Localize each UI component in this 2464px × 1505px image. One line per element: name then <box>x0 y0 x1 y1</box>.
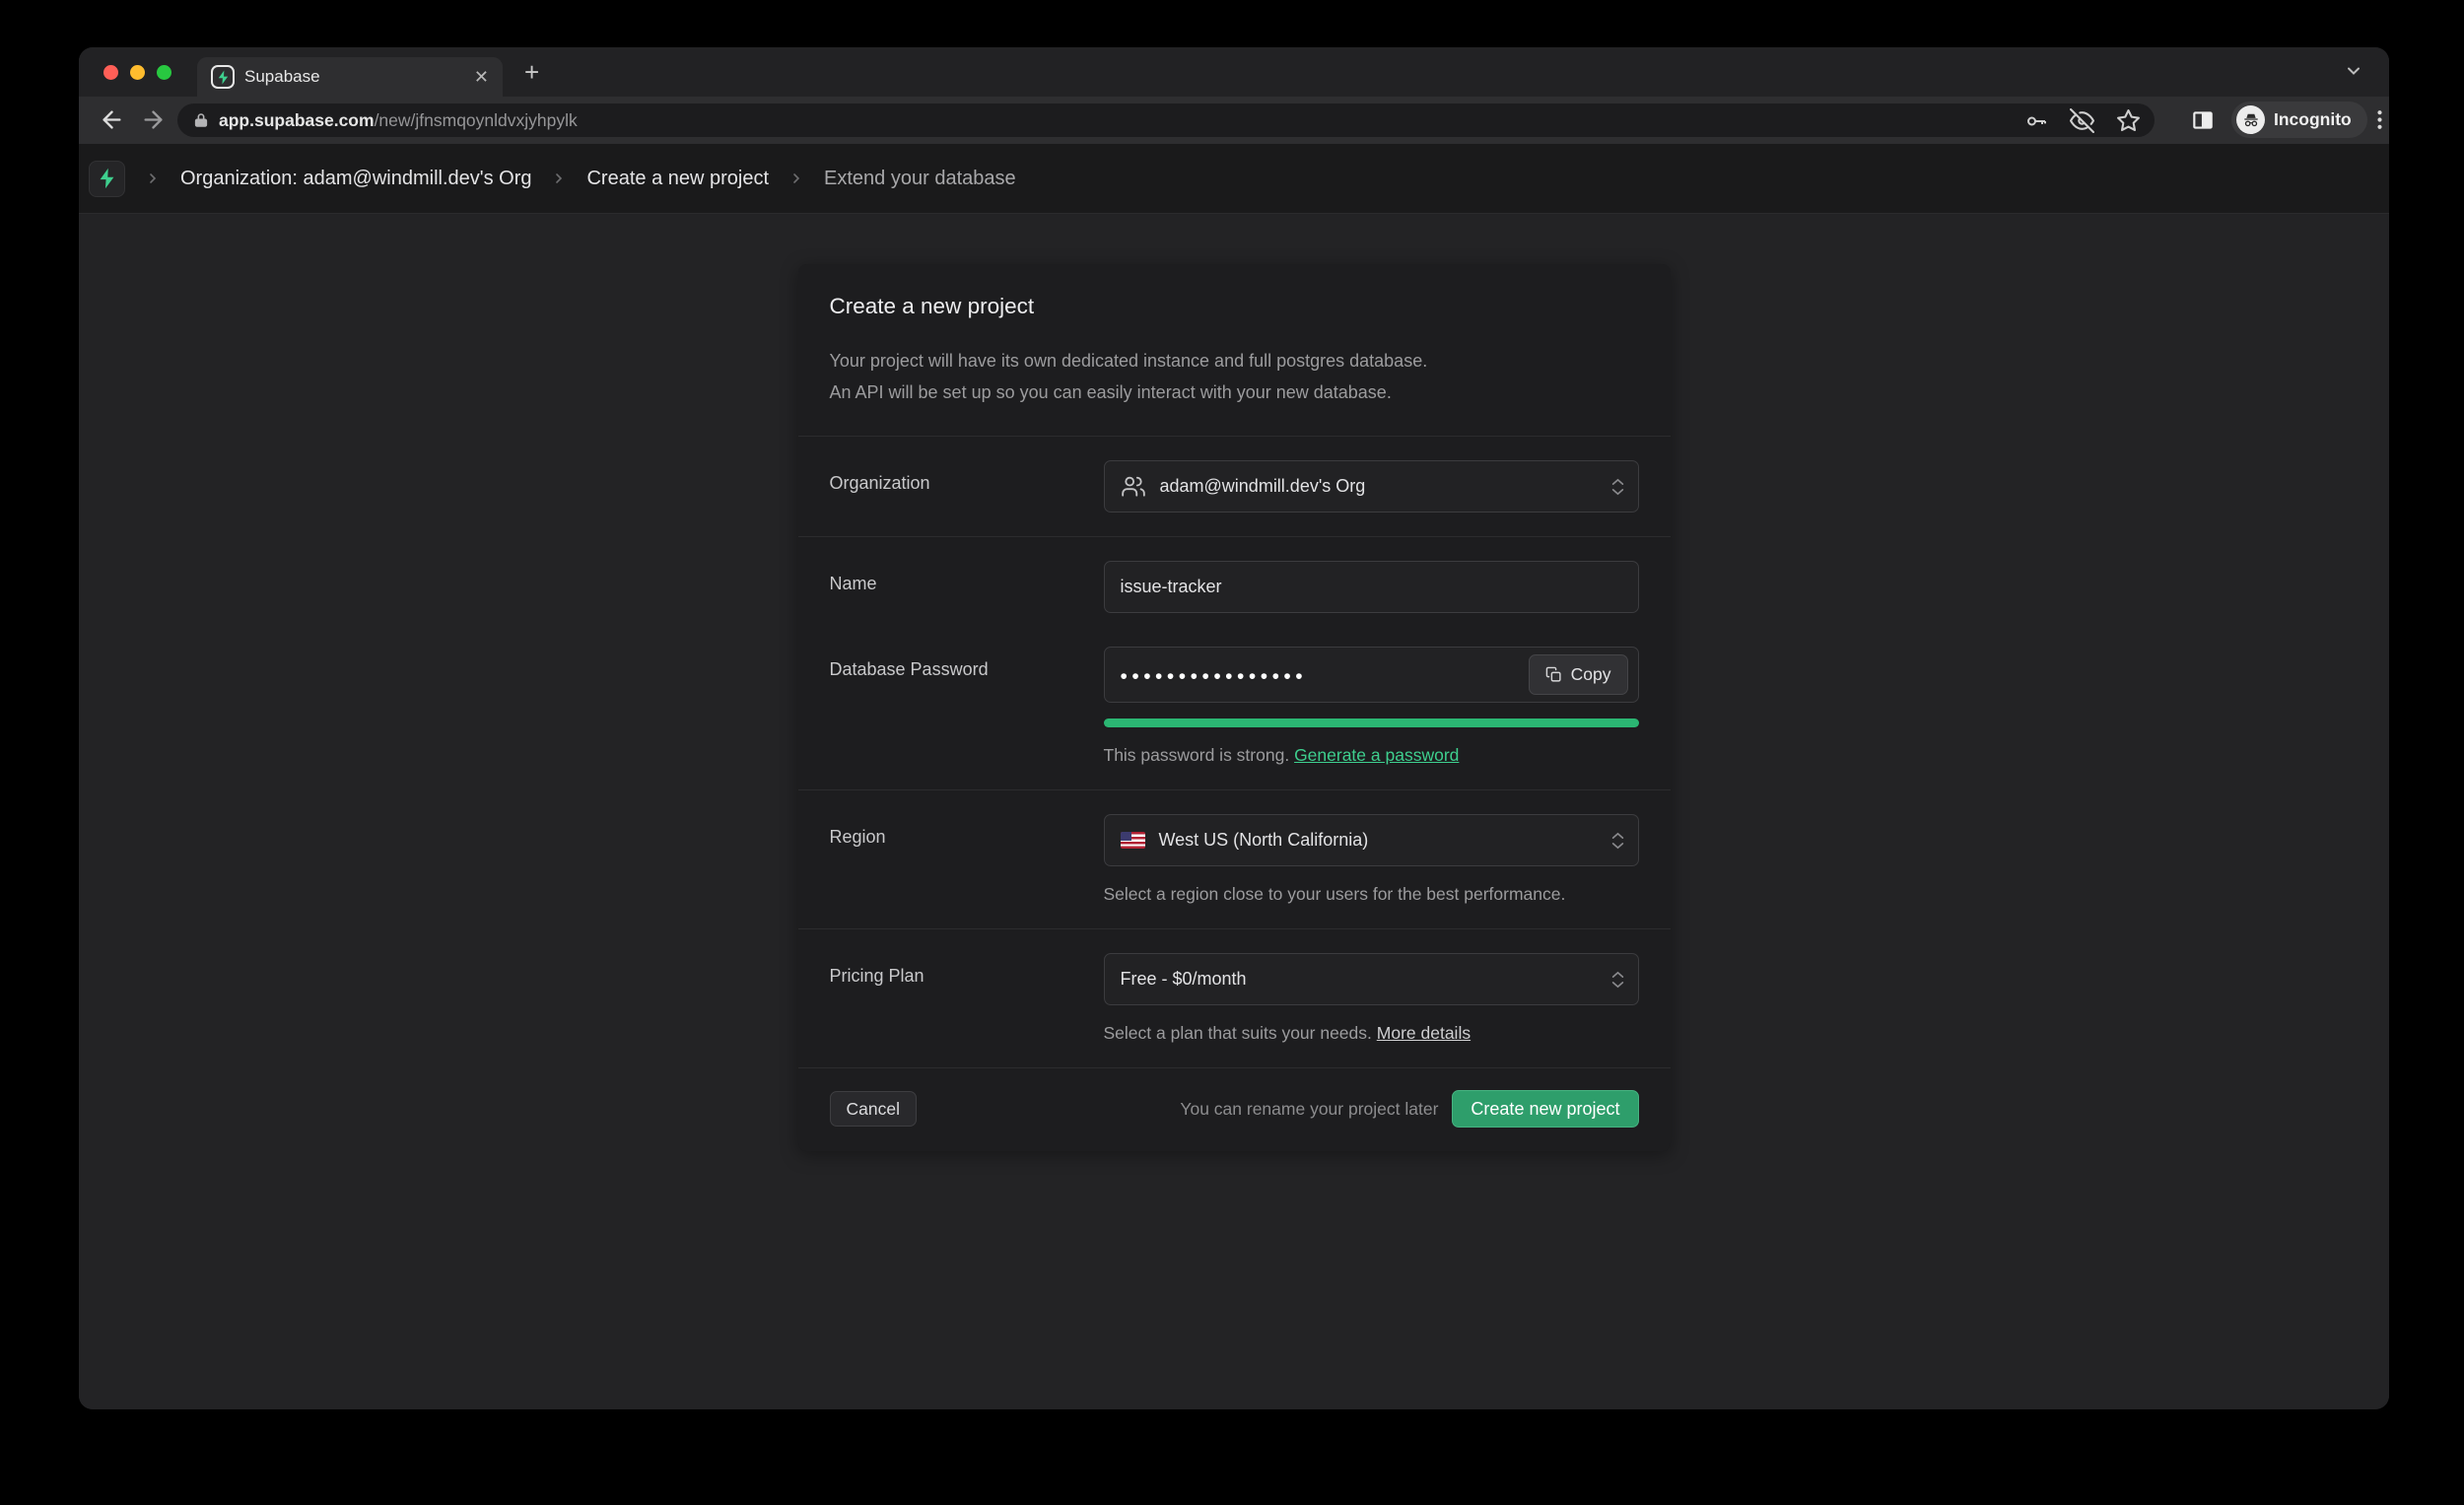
password-masked-value: •••••••••••••••• <box>1121 662 1515 687</box>
pricing-value: Free - $0/month <box>1121 969 1247 990</box>
more-details-link[interactable]: More details <box>1377 1023 1471 1043</box>
name-input[interactable]: issue-tracker <box>1104 561 1639 613</box>
region-value: West US (North California) <box>1159 830 1369 851</box>
rename-note: You can rename your project later <box>1180 1099 1438 1120</box>
url-domain: app.supabase.com <box>219 110 375 130</box>
organization-label: Organization <box>830 460 1104 494</box>
organization-row: Organization adam@windmill.dev's Org <box>798 437 1671 536</box>
pricing-hint: Select a plan that suits your needs. Mor… <box>1104 1023 1639 1044</box>
pricing-select[interactable]: Free - $0/month <box>1104 953 1639 1005</box>
chevron-up-down-icon <box>1611 478 1624 496</box>
chevron-up-down-icon <box>1611 971 1624 989</box>
incognito-badge[interactable]: Incognito <box>2231 102 2367 138</box>
copy-password-button[interactable]: Copy <box>1529 654 1628 695</box>
organization-select[interactable]: adam@windmill.dev's Org <box>1104 460 1639 513</box>
incognito-icon <box>2236 105 2265 134</box>
password-strength-text: This password is strong. <box>1104 745 1290 765</box>
url-bar[interactable]: app.supabase.com/new/jfnsmqoynldvxjyhpyl… <box>177 103 2155 137</box>
close-window-button[interactable] <box>103 65 118 80</box>
supabase-logo-icon[interactable] <box>89 161 125 197</box>
cancel-button[interactable]: Cancel <box>830 1091 917 1127</box>
card-footer: Cancel You can rename your project later… <box>798 1068 1671 1151</box>
browser-window: Supabase ✕ + app.supabase.com/new/jfnsmq… <box>79 47 2389 1409</box>
browser-menu-icon[interactable] <box>2367 107 2389 132</box>
pricing-row: Pricing Plan Free - $0/month Select a pl… <box>798 929 1671 1067</box>
page-title: Create a new project <box>798 264 1671 319</box>
pricing-hint-text: Select a plan that suits your needs. <box>1104 1023 1372 1043</box>
breadcrumb-separator-icon <box>788 171 804 186</box>
users-icon <box>1121 474 1146 500</box>
password-strength-bar <box>1104 718 1639 727</box>
tab-title: Supabase <box>244 67 464 87</box>
organization-value: adam@windmill.dev's Org <box>1160 476 1366 497</box>
chevron-up-down-icon <box>1611 832 1624 850</box>
tab-close-icon[interactable]: ✕ <box>474 67 489 88</box>
tab-strip: Supabase ✕ + <box>79 47 2389 97</box>
browser-toolbar: app.supabase.com/new/jfnsmqoynldvxjyhpyl… <box>79 97 2389 144</box>
name-value: issue-tracker <box>1121 577 1222 597</box>
breadcrumb-item-extend-database[interactable]: Extend your database <box>824 168 1016 190</box>
us-flag-icon <box>1121 832 1145 849</box>
create-new-project-button[interactable]: Create new project <box>1452 1090 1638 1128</box>
pricing-label: Pricing Plan <box>830 953 1104 987</box>
create-project-card: Create a new project Your project will h… <box>798 264 1671 1151</box>
url-path: /new/jfnsmqoynldvxjyhpylk <box>375 110 578 130</box>
bookmark-star-icon[interactable] <box>2116 108 2141 133</box>
description-line-2: An API will be set up so you can easily … <box>830 376 1639 408</box>
generate-password-link[interactable]: Generate a password <box>1294 745 1459 765</box>
password-key-icon[interactable] <box>2024 109 2048 133</box>
incognito-label: Incognito <box>2274 109 2352 130</box>
password-label: Database Password <box>830 647 1104 680</box>
breadcrumb: Organization: adam@windmill.dev's Org Cr… <box>79 144 2389 214</box>
page-background: Create a new project Your project will h… <box>79 215 2389 1409</box>
breadcrumb-separator-icon <box>145 171 161 186</box>
forward-icon[interactable] <box>140 106 167 133</box>
lock-icon <box>193 111 209 129</box>
side-panel-icon[interactable] <box>2190 107 2216 133</box>
region-hint: Select a region close to your users for … <box>1104 884 1639 905</box>
description-line-1: Your project will have its own dedicated… <box>830 345 1639 376</box>
region-select[interactable]: West US (North California) <box>1104 814 1639 866</box>
password-row: Database Password •••••••••••••••• Copy <box>798 623 1671 789</box>
maximize-window-button[interactable] <box>157 65 171 80</box>
copy-button-label: Copy <box>1571 664 1611 685</box>
tab-search-chevron-icon[interactable] <box>2344 61 2363 81</box>
minimize-window-button[interactable] <box>130 65 145 80</box>
card-description: Your project will have its own dedicated… <box>798 319 1671 436</box>
name-row: Name issue-tracker <box>798 537 1671 623</box>
region-label: Region <box>830 814 1104 848</box>
back-icon[interactable] <box>99 106 125 133</box>
new-tab-button[interactable]: + <box>524 59 539 85</box>
region-row: Region West US (North California) Select… <box>798 790 1671 928</box>
supabase-favicon-icon <box>211 65 235 89</box>
copy-icon <box>1545 666 1562 683</box>
breadcrumb-separator-icon <box>551 171 567 186</box>
name-label: Name <box>830 561 1104 594</box>
breadcrumb-item-create-project[interactable]: Create a new project <box>586 168 769 190</box>
browser-tab-supabase[interactable]: Supabase ✕ <box>197 57 503 97</box>
password-input[interactable]: •••••••••••••••• Copy <box>1104 647 1639 703</box>
password-hint: This password is strong. Generate a pass… <box>1104 745 1639 766</box>
eye-off-icon[interactable] <box>2070 108 2094 133</box>
breadcrumb-item-organization[interactable]: Organization: adam@windmill.dev's Org <box>180 168 531 190</box>
